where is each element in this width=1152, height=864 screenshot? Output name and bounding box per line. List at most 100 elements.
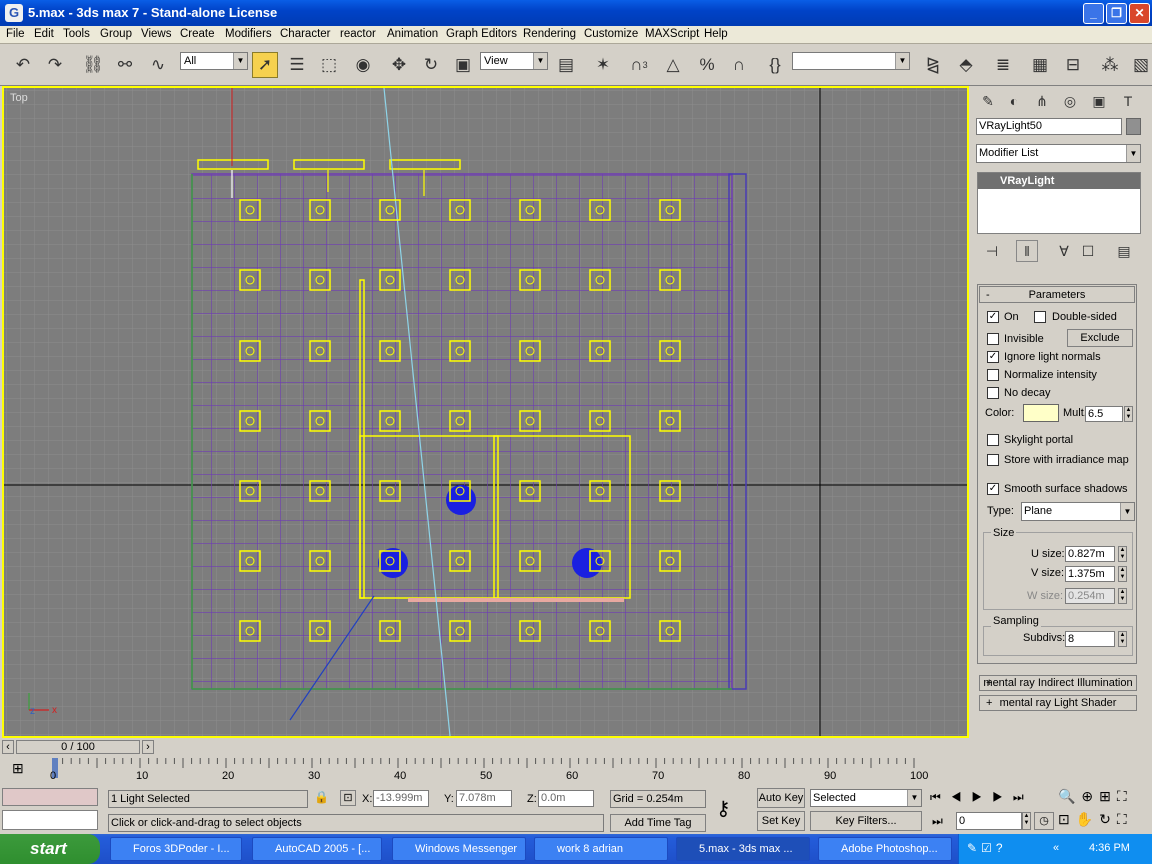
viewport-canvas[interactable]: x z xyxy=(4,88,967,736)
x-coord-field[interactable]: -13.999m xyxy=(373,790,429,807)
display-tab-icon[interactable]: ▣ xyxy=(1088,90,1110,112)
show-end-result-icon[interactable]: ‖ xyxy=(1016,240,1038,262)
menu-character[interactable]: Character xyxy=(280,28,331,40)
spinner-snap-icon[interactable]: ∩ xyxy=(726,52,752,78)
menu-graph-editors[interactable]: Graph Editors xyxy=(446,28,517,40)
mr-indirect-illumination-rollout[interactable]: + mental ray Indirect Illumination xyxy=(979,675,1137,691)
make-unique-icon[interactable]: ∀ xyxy=(1053,240,1075,262)
menu-animation[interactable]: Animation xyxy=(387,28,438,40)
select-and-move-icon[interactable]: ✥ xyxy=(386,52,412,78)
taskbar-autocad[interactable]: AutoCAD 2005 - [... xyxy=(252,837,382,861)
exclude-button[interactable]: Exclude xyxy=(1067,329,1133,347)
modifier-list-dropdown[interactable]: Modifier List ▼ xyxy=(976,144,1141,163)
viewport-label[interactable]: Top xyxy=(10,92,28,104)
v-size-spinner[interactable]: ▲ ▼ xyxy=(1118,566,1127,582)
taskbar-work-folder[interactable]: work 8 adrian xyxy=(534,837,668,861)
remove-modifier-icon[interactable]: ☐ xyxy=(1077,240,1099,262)
modify-tab-icon[interactable]: ◐ xyxy=(1003,90,1025,112)
named-selection-dropdown[interactable]: ▼ xyxy=(792,52,910,70)
menu-file[interactable]: File xyxy=(6,28,25,40)
menu-create[interactable]: Create xyxy=(180,28,215,40)
mr-light-shader-rollout[interactable]: + mental ray Light Shader xyxy=(979,695,1137,711)
double-sided-checkbox[interactable] xyxy=(1034,311,1046,323)
absolute-mode-icon[interactable]: ⊡ xyxy=(340,790,356,806)
lock-selection-icon[interactable]: 🔒 xyxy=(314,790,329,804)
start-button[interactable]: start xyxy=(0,834,100,864)
menu-group[interactable]: Group xyxy=(100,28,132,40)
menu-edit[interactable]: Edit xyxy=(34,28,54,40)
select-and-link-icon[interactable]: ⛓ xyxy=(80,52,106,78)
align-icon[interactable]: ⬘ xyxy=(953,52,979,78)
menu-customize[interactable]: Customize xyxy=(584,28,638,40)
multiplier-field[interactable]: 6.5 xyxy=(1085,406,1123,422)
menu-help[interactable]: Help xyxy=(704,28,728,40)
select-and-scale-icon[interactable]: ▣ xyxy=(450,52,476,78)
menu-tools[interactable]: Tools xyxy=(63,28,90,40)
pivot-center-icon[interactable]: ▤ xyxy=(553,52,579,78)
track-bar[interactable]: ⊞ 0 10 20 30 40 50 60 70 80 90 100 xyxy=(0,758,970,784)
z-coord-field[interactable]: 0.0m xyxy=(538,790,594,807)
auto-key-button[interactable]: Auto Key xyxy=(757,788,805,808)
y-coord-field[interactable]: 7.078m xyxy=(456,790,512,807)
ignore-light-normals-checkbox[interactable]: ✓ xyxy=(987,351,999,363)
menu-maxscript[interactable]: MAXScript xyxy=(645,28,699,40)
configure-sets-icon[interactable]: ▤ xyxy=(1113,240,1135,262)
unlink-icon[interactable]: ⚯ xyxy=(112,52,138,78)
schematic-view-icon[interactable]: ⊟ xyxy=(1060,52,1086,78)
taskbar-messenger[interactable]: Windows Messenger xyxy=(392,837,526,861)
skylight-portal-checkbox[interactable] xyxy=(987,434,999,446)
menu-views[interactable]: Views xyxy=(141,28,171,40)
taskbar-3dsmax[interactable]: 5.max - 3ds max ... xyxy=(676,837,810,861)
minimize-button[interactable]: _ xyxy=(1083,3,1104,24)
curve-editor-icon[interactable]: ▦ xyxy=(1027,52,1053,78)
light-color-swatch[interactable] xyxy=(1023,404,1059,422)
u-size-spinner[interactable]: ▲ ▼ xyxy=(1118,546,1127,562)
modifier-stack[interactable]: VRayLight xyxy=(977,172,1141,234)
select-and-manipulate-icon[interactable]: ✶ xyxy=(590,52,616,78)
key-mode-toggle-icon[interactable]: ⏭ xyxy=(932,814,943,829)
add-time-tag-button[interactable]: Add Time Tag xyxy=(610,814,706,832)
tray-collapse-icon[interactable]: « xyxy=(1053,842,1059,854)
mirror-icon[interactable]: ⧎ xyxy=(920,52,946,78)
time-slider[interactable]: ‹ 0 / 100 › xyxy=(0,738,970,758)
stack-item-vraylight[interactable]: VRayLight xyxy=(978,173,1140,189)
normalize-intensity-checkbox[interactable] xyxy=(987,369,999,381)
undo-icon[interactable]: ↶ xyxy=(10,52,36,78)
close-button[interactable]: ✕ xyxy=(1129,3,1150,24)
menu-reactor[interactable]: reactor xyxy=(340,28,376,40)
maxscript-input[interactable] xyxy=(2,810,98,830)
light-type-dropdown[interactable]: Plane ▼ xyxy=(1021,502,1135,521)
smooth-shadows-checkbox[interactable]: ✓ xyxy=(987,483,999,495)
current-frame-spinner[interactable]: ▲ ▼ xyxy=(1022,812,1031,830)
time-slider-thumb[interactable]: 0 / 100 xyxy=(16,740,140,754)
time-configuration-icon[interactable]: ◷ xyxy=(1034,812,1054,830)
prev-frame-arrow-icon[interactable]: ‹ xyxy=(2,740,14,754)
layer-manager-icon[interactable]: ≣ xyxy=(990,52,1016,78)
no-decay-checkbox[interactable] xyxy=(987,387,999,399)
track-bar-icon[interactable]: ⊞ xyxy=(12,760,24,777)
playback-controls[interactable]: ⏮◀▶▶⏭ xyxy=(930,790,1034,805)
set-key-button[interactable]: Set Key xyxy=(757,811,805,831)
on-checkbox[interactable]: ✓ xyxy=(987,311,999,323)
next-frame-arrow-icon[interactable]: › xyxy=(142,740,154,754)
render-scene-icon[interactable]: ▧ xyxy=(1128,52,1152,78)
maxscript-listener-mini[interactable] xyxy=(2,788,98,806)
angle-snap-icon[interactable]: △ xyxy=(660,52,686,78)
window-crossing-icon[interactable]: ◉ xyxy=(350,52,376,78)
store-irradiance-checkbox[interactable] xyxy=(987,454,999,466)
select-by-name-icon[interactable]: ☰ xyxy=(284,52,310,78)
object-color-swatch[interactable] xyxy=(1126,118,1141,135)
reference-coordinate-dropdown[interactable]: View ▼ xyxy=(480,52,548,70)
hierarchy-tab-icon[interactable]: ⋔ xyxy=(1031,90,1053,112)
redo-icon[interactable]: ↷ xyxy=(42,52,68,78)
selection-filter-dropdown[interactable]: All ▼ xyxy=(180,52,248,70)
percent-snap-icon[interactable]: % xyxy=(694,52,720,78)
edit-named-selection-icon[interactable]: {} xyxy=(762,52,788,78)
material-editor-icon[interactable]: ⁂ xyxy=(1097,52,1123,78)
tray-icons[interactable]: ✎☑? xyxy=(967,841,1007,855)
select-and-rotate-icon[interactable]: ↻ xyxy=(418,52,444,78)
utilities-tab-icon[interactable]: T xyxy=(1117,90,1139,112)
menu-modifiers[interactable]: Modifiers xyxy=(225,28,272,40)
key-icon[interactable]: ⚷ xyxy=(716,796,731,821)
key-mode-dropdown[interactable]: Selected ▼ xyxy=(810,789,922,807)
